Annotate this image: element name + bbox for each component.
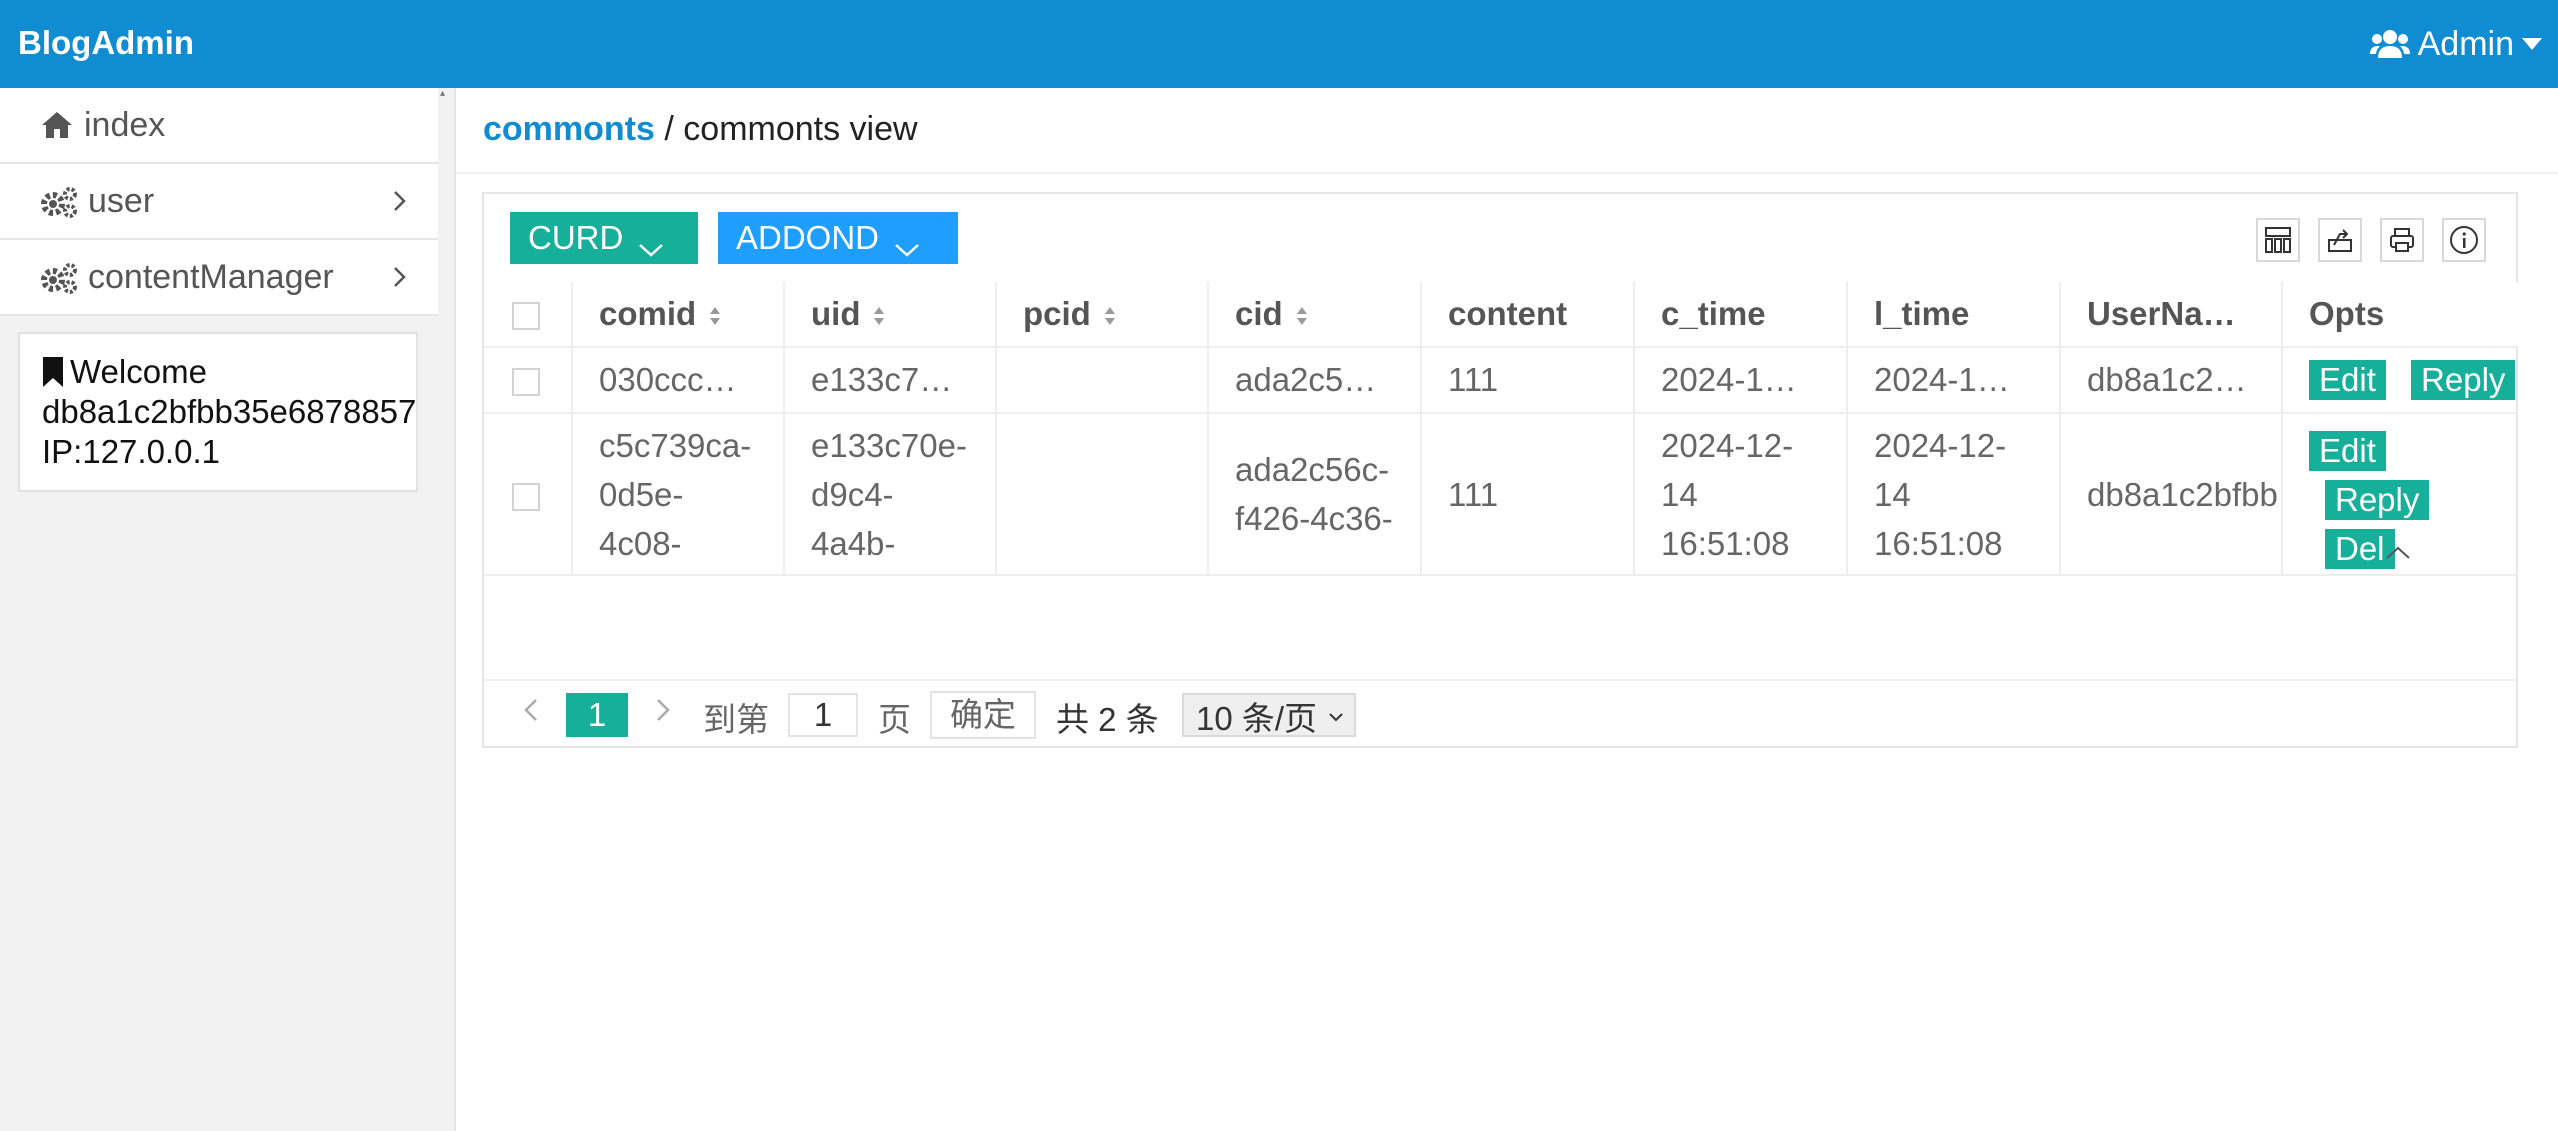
breadcrumb: commonts / commonts view	[483, 110, 918, 149]
cell-comid: 030ccc…	[572, 347, 785, 414]
cell-username: db8a1c2bfbb	[2060, 413, 2283, 576]
cell-content: 111	[1421, 413, 1635, 576]
admin-menu[interactable]: Admin	[2369, 0, 2542, 88]
cell-uid: e133c70e-d9c4-4a4b-	[784, 413, 997, 576]
table-header-row: comid uid pcid cid content c_time l_time…	[484, 282, 2518, 348]
reply-button[interactable]: Reply	[2325, 480, 2430, 520]
page-size-value: 10 条/页	[1196, 700, 1318, 737]
table-row: c5c739ca-0d5e-4c08- e133c70e-d9c4-4a4b- …	[484, 413, 2518, 576]
current-page-button[interactable]: 1	[566, 693, 628, 737]
chevron-down-icon	[1329, 713, 1343, 722]
addond-label: ADDOND	[736, 219, 880, 256]
sort-icon[interactable]	[1295, 305, 1309, 327]
pagination-bar: 1 到第 页 确定 共 2 条 10 条/页	[484, 679, 2516, 749]
cell-c-time: 2024-12-14 16:51:08	[1634, 413, 1848, 576]
edit-button[interactable]: Edit	[2309, 431, 2386, 471]
page-size-select[interactable]: 10 条/页	[1182, 693, 1356, 737]
collapse-up-icon[interactable]	[2383, 542, 2413, 562]
welcome-label: Welcome	[70, 353, 207, 390]
cell-comid: c5c739ca-0d5e-4c08-	[572, 413, 785, 576]
sidebar-item-contentmanager[interactable]: contentManager	[0, 240, 438, 316]
chevron-right-icon[interactable]	[652, 693, 674, 727]
caret-down-icon	[2522, 38, 2542, 50]
page-label: 页	[878, 701, 911, 738]
breadcrumb-root-link[interactable]: commonts	[483, 110, 655, 148]
header-l-time: l_time	[1847, 282, 2061, 348]
bookmark-icon	[42, 356, 64, 387]
columns-filter-icon[interactable]	[2256, 218, 2300, 262]
confirm-goto-button[interactable]: 确定	[930, 691, 1036, 739]
table-row: 030ccc… e133c7… ada2c5… 111 2024-1… 2024…	[484, 347, 2518, 414]
sort-icon[interactable]	[708, 305, 722, 327]
row-checkbox[interactable]	[512, 482, 540, 511]
chevron-right-icon	[390, 186, 410, 216]
total-count: 共 2 条	[1056, 701, 1159, 738]
sidebar-item-label: contentManager	[88, 257, 334, 296]
cell-pcid	[996, 347, 1209, 414]
header-c-time: c_time	[1634, 282, 1848, 348]
comments-table: comid uid pcid cid content c_time l_time…	[484, 282, 2518, 576]
addond-dropdown-button[interactable]: ADDOND	[718, 212, 958, 264]
print-icon[interactable]	[2380, 218, 2424, 262]
chevron-left-icon[interactable]	[520, 693, 542, 727]
header-opts: Opts	[2282, 282, 2518, 348]
cell-cid: ada2c5…	[1208, 347, 1422, 414]
cell-uid: e133c7…	[784, 347, 997, 414]
cell-c-time: 2024-1…	[1634, 347, 1848, 414]
cell-username: db8a1c2…	[2060, 347, 2283, 414]
chevron-down-icon	[893, 229, 921, 257]
edit-button[interactable]: Edit	[2309, 360, 2386, 400]
header-username: UserNa…	[2060, 282, 2283, 348]
header-checkbox-cell	[484, 282, 573, 348]
users-icon	[2369, 28, 2410, 60]
sidebar: ▴ index user contentManager Welcome db8a…	[0, 88, 456, 1131]
header-cid[interactable]: cid	[1208, 282, 1422, 348]
brand-logo[interactable]: BlogAdmin	[18, 0, 194, 86]
welcome-card: Welcome db8a1c2bfbb35e6878857 IP:127.0.0…	[18, 332, 418, 492]
export-icon[interactable]	[2318, 218, 2362, 262]
sidebar-item-index[interactable]: index	[0, 88, 438, 164]
curd-label: CURD	[528, 219, 624, 256]
welcome-ip: IP:127.0.0.1	[42, 433, 220, 470]
reply-button[interactable]: Reply	[2411, 360, 2516, 400]
sidebar-item-label: user	[88, 181, 155, 220]
breadcrumb-divider	[456, 172, 2558, 174]
home-icon	[40, 110, 78, 142]
gears-icon	[40, 186, 78, 218]
curd-dropdown-button[interactable]: CURD	[510, 212, 698, 264]
cell-opts: Edit Reply Del	[2282, 413, 2518, 576]
welcome-user-id: db8a1c2bfbb35e6878857	[42, 393, 417, 430]
sidebar-item-label: index	[84, 105, 166, 144]
breadcrumb-separator: /	[664, 110, 674, 148]
header-content: content	[1421, 282, 1635, 348]
table-card: CURD ADDOND comid uid pcid cid content c…	[482, 192, 2518, 748]
goto-page-input[interactable]	[788, 693, 858, 737]
cell-cid: ada2c56c-f426-4c36-	[1208, 413, 1422, 576]
breadcrumb-current: commonts view	[683, 110, 918, 148]
admin-label: Admin	[2417, 24, 2514, 63]
scrollbar-up-arrow[interactable]: ▴	[440, 88, 452, 102]
info-icon[interactable]	[2442, 218, 2486, 262]
sort-icon[interactable]	[1103, 305, 1117, 327]
welcome-title: Welcome	[42, 352, 416, 392]
select-all-checkbox[interactable]	[512, 302, 540, 331]
cell-content: 111	[1421, 347, 1635, 414]
row-checkbox[interactable]	[512, 368, 540, 397]
header-pcid[interactable]: pcid	[996, 282, 1209, 348]
chevron-right-icon	[390, 262, 410, 292]
header-uid[interactable]: uid	[784, 282, 997, 348]
goto-label: 到第	[703, 701, 769, 738]
sort-icon[interactable]	[872, 305, 886, 327]
chevron-down-icon	[637, 229, 665, 257]
gears-icon	[40, 262, 78, 294]
cell-opts: Edit Reply	[2282, 347, 2518, 414]
cell-l-time: 2024-1…	[1847, 347, 2061, 414]
header-comid[interactable]: comid	[572, 282, 785, 348]
cell-l-time: 2024-12-14 16:51:08	[1847, 413, 2061, 576]
sidebar-item-user[interactable]: user	[0, 164, 438, 240]
row-checkbox-cell	[484, 347, 573, 414]
cell-pcid	[996, 413, 1209, 576]
top-header: BlogAdmin Admin	[0, 0, 2558, 88]
row-checkbox-cell	[484, 413, 573, 576]
